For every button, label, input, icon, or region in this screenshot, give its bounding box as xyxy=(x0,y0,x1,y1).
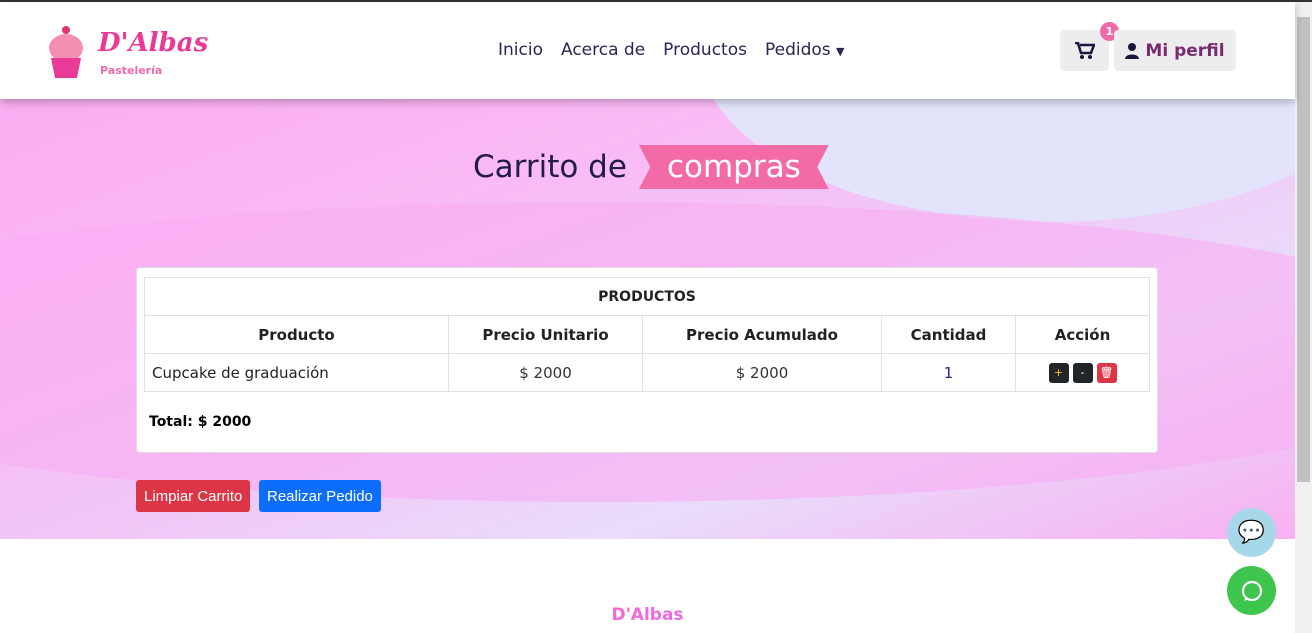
col-header: Acción xyxy=(1015,315,1150,354)
table-row: Cupcake de graduación $ 2000 $ 2000 1 + -… xyxy=(144,353,1150,392)
brand-name: D'Albas xyxy=(98,28,209,58)
navbar: D'Albas Pastelería Inicio Acerca de Prod… xyxy=(0,2,1295,99)
title-text: Carrito de xyxy=(473,149,627,185)
chat-button[interactable]: 💬 xyxy=(1227,508,1276,557)
decrease-button[interactable]: - xyxy=(1072,363,1093,383)
scrollbar[interactable] xyxy=(1295,2,1312,633)
cupcake-logo-icon xyxy=(49,26,83,78)
profile-label: Mi perfil xyxy=(1145,40,1225,61)
page-title: Carrito de compras xyxy=(473,145,829,189)
quantity: 1 xyxy=(881,353,1016,392)
place-order-button[interactable]: Realizar Pedido xyxy=(259,480,381,512)
unit-price: $ 2000 xyxy=(448,353,643,392)
increase-button[interactable]: + xyxy=(1048,363,1069,383)
nav-inicio[interactable]: Inicio xyxy=(498,40,543,60)
col-header: Precio Unitario xyxy=(448,315,643,354)
row-actions: + - 🗑 xyxy=(1015,353,1150,392)
title-highlight: compras xyxy=(638,145,829,189)
profile-button[interactable]: Mi perfil xyxy=(1114,30,1236,71)
cart-icon xyxy=(1074,41,1095,59)
nav-pedidos-label: Pedidos xyxy=(764,40,831,60)
accumulated-price: $ 2000 xyxy=(642,353,882,392)
nav-productos[interactable]: Productos xyxy=(663,40,747,60)
table-caption: PRODUCTOS xyxy=(144,277,1150,316)
whatsapp-button[interactable] xyxy=(1227,566,1276,615)
whatsapp-icon xyxy=(1241,580,1262,601)
brand-tagline: Pastelería xyxy=(100,64,163,77)
cart-table: PRODUCTOS Producto Precio Unitario Preci… xyxy=(144,277,1150,392)
scrollbar-thumb[interactable] xyxy=(1297,17,1310,482)
col-header: Cantidad xyxy=(881,315,1016,354)
nav-acerca[interactable]: Acerca de xyxy=(561,40,645,60)
user-icon xyxy=(1125,42,1140,59)
cart-card: PRODUCTOS Producto Precio Unitario Preci… xyxy=(136,267,1158,453)
logo[interactable]: D'Albas Pastelería xyxy=(48,22,208,78)
col-header: Precio Acumulado xyxy=(642,315,882,354)
trash-icon[interactable]: 🗑 xyxy=(1096,363,1117,383)
nav-pedidos[interactable]: Pedidos ▼ xyxy=(765,40,845,60)
cart-total: Total: $ 2000 xyxy=(149,414,252,430)
caret-down-icon: ▼ xyxy=(836,45,845,58)
footer-brand: D'Albas xyxy=(611,605,684,625)
product-name: Cupcake de graduación xyxy=(144,353,449,392)
col-header: Producto xyxy=(144,315,449,354)
chat-icon: 💬 xyxy=(1237,520,1266,545)
clear-cart-button[interactable]: Limpiar Carrito xyxy=(136,480,251,512)
